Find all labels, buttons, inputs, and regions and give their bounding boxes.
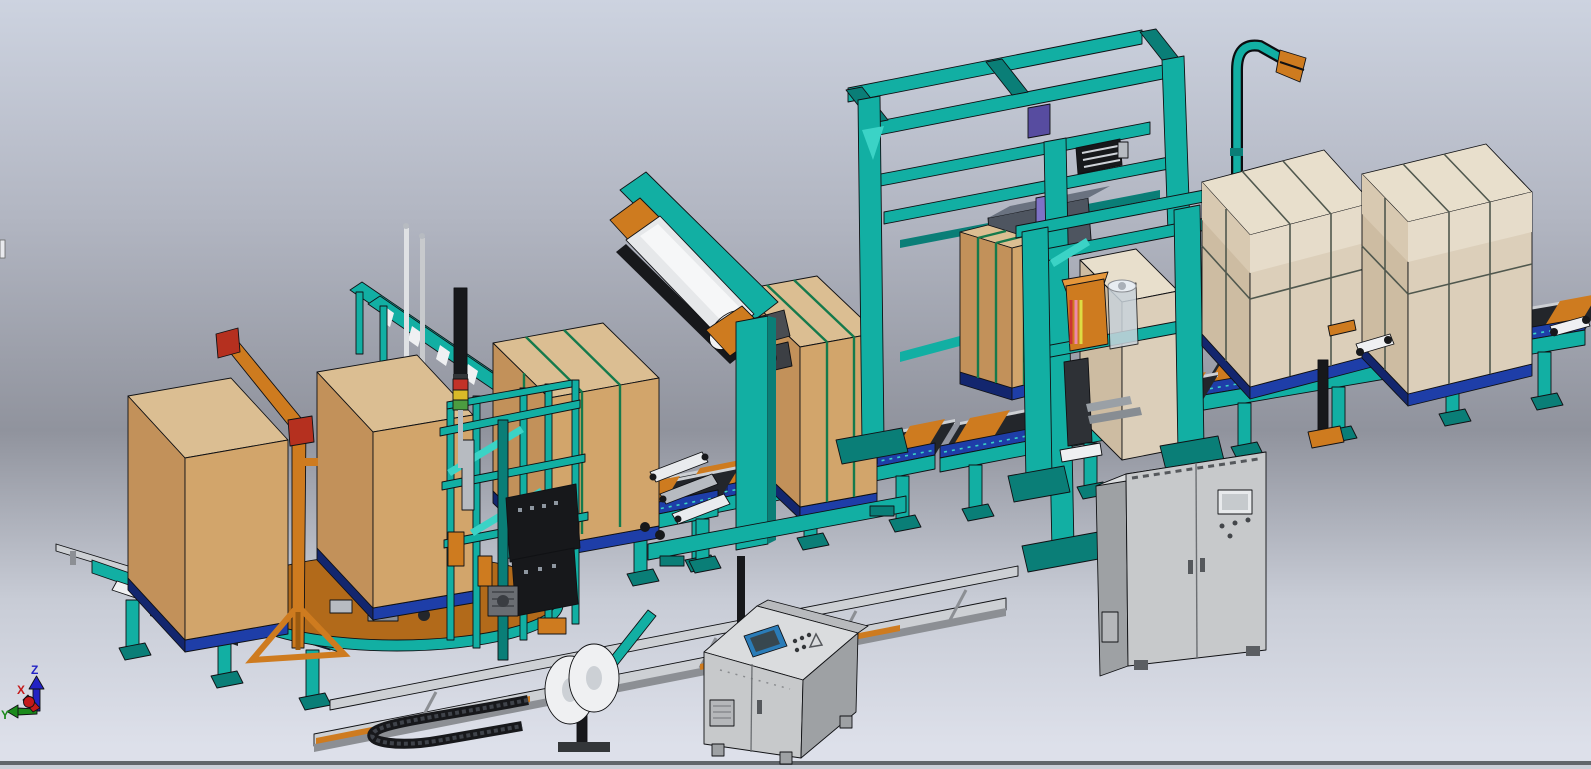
console-handle[interactable]	[757, 700, 762, 714]
console-button[interactable]	[800, 636, 804, 640]
console-button[interactable]	[802, 645, 806, 649]
y-axis-label: Y	[1, 708, 9, 722]
lamp-red	[453, 379, 468, 390]
dispenser-mast	[736, 316, 768, 550]
console-button[interactable]	[793, 639, 797, 643]
cabinet-side	[1096, 474, 1128, 676]
carton-front	[185, 440, 288, 640]
lamp-green	[453, 400, 468, 410]
portal-left-column	[1022, 227, 1052, 483]
floor-line	[0, 761, 1591, 765]
side-vent	[1102, 612, 1118, 642]
portal-right-column	[1174, 205, 1204, 453]
floor-strip	[0, 765, 1591, 769]
lance-plate	[512, 548, 578, 616]
post-bracket	[288, 416, 314, 446]
pallet-load-1[interactable]	[128, 378, 288, 652]
mast-clamp	[1230, 148, 1243, 156]
clipped-part-left-edge	[0, 240, 5, 258]
finished-load-1[interactable]	[1202, 150, 1372, 399]
z-axis-label: Z	[31, 663, 38, 677]
vertical-slide-top	[1028, 104, 1050, 138]
door-handle[interactable]	[1188, 560, 1193, 574]
x-axis-label: X	[17, 683, 25, 697]
console-vent	[710, 700, 734, 726]
light-pole	[454, 288, 467, 380]
console-button[interactable]	[807, 633, 811, 637]
door-handle[interactable]	[1200, 558, 1205, 572]
pallet-gripper	[1064, 358, 1092, 446]
console-button[interactable]	[795, 648, 799, 652]
film-roll	[1108, 283, 1138, 349]
cad-viewport[interactable]: Z X Y	[0, 0, 1591, 769]
electrical-cabinet[interactable]	[1096, 452, 1266, 676]
finished-load-2[interactable]	[1362, 144, 1532, 406]
lamp-yellow	[453, 390, 468, 400]
